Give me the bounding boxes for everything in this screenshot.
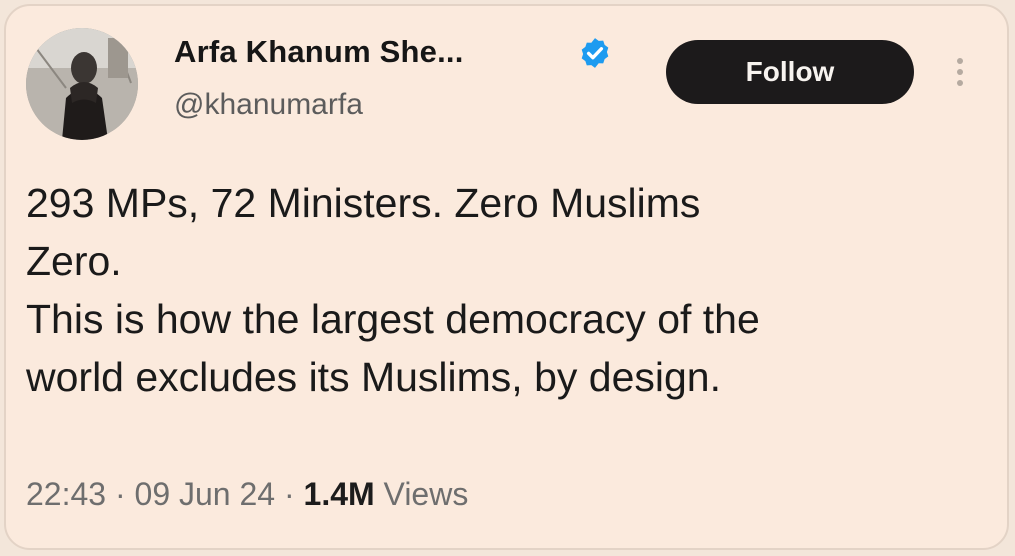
meta-separator: ·	[114, 476, 126, 512]
tweet-time[interactable]: 22:43	[26, 476, 106, 512]
tweet-card: Arfa Khanum She... @khanumarfa Follow 29…	[4, 4, 1009, 550]
tweet-date[interactable]: 09 Jun 24	[135, 476, 276, 512]
author-display-name[interactable]: Arfa Khanum She...	[174, 34, 464, 70]
more-options-icon[interactable]	[950, 58, 970, 98]
tweet-text-line: Zero.	[26, 238, 122, 284]
tweet-text-line: This is how the largest democracy of the	[26, 296, 760, 342]
tweet-text: 293 MPs, 72 Ministers. Zero Muslims Zero…	[26, 174, 986, 406]
tweet-text-line: world excludes its Muslims, by design.	[26, 354, 721, 400]
meta-separator: ·	[283, 476, 295, 512]
views-label: Views	[383, 476, 469, 512]
tweet-meta: 22:43 · 09 Jun 24 · 1.4M Views	[26, 476, 468, 513]
verified-badge-icon	[581, 38, 609, 68]
tweet-text-line: 293 MPs, 72 Ministers. Zero Muslims	[26, 180, 701, 226]
avatar[interactable]	[26, 28, 138, 140]
avatar-photo	[26, 28, 138, 140]
author-handle[interactable]: @khanumarfa	[174, 88, 363, 122]
views-count[interactable]: 1.4M	[304, 476, 375, 512]
follow-button[interactable]: Follow	[666, 40, 914, 104]
